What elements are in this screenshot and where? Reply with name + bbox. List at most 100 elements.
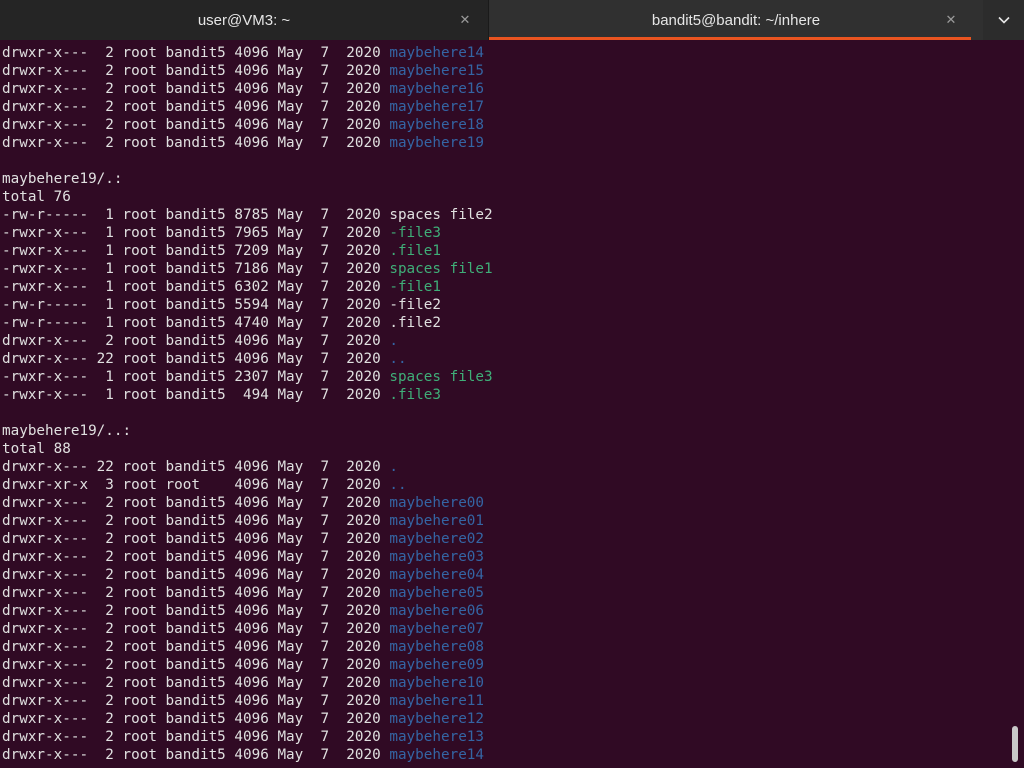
line-text: drwxr-x--- 2 root bandit5 4096 May 7 202…: [2, 333, 390, 349]
terminal-line: -rwxr-x--- 1 root bandit5 6302 May 7 202…: [2, 278, 1006, 296]
directory-name: maybehere08: [389, 639, 485, 655]
terminal-line: drwxr-x--- 2 root bandit5 4096 May 7 202…: [2, 62, 1006, 80]
line-text: drwxr-x--- 2 root bandit5 4096 May 7 202…: [2, 693, 390, 709]
line-text: drwxr-x--- 2 root bandit5 4096 May 7 202…: [2, 495, 390, 511]
tab-menu-button[interactable]: [983, 0, 1024, 40]
active-tab-indicator: [489, 37, 971, 40]
line-text: drwxr-x--- 2 root bandit5 4096 May 7 202…: [2, 729, 390, 745]
directory-name: maybehere06: [389, 603, 485, 619]
line-text: drwxr-x--- 2 root bandit5 4096 May 7 202…: [2, 531, 390, 547]
terminal-line: drwxr-x--- 2 root bandit5 4096 May 7 202…: [2, 656, 1006, 674]
terminal-line: -rw-r----- 1 root bandit5 4740 May 7 202…: [2, 314, 1006, 332]
scrollbar[interactable]: [1010, 44, 1018, 768]
file-name: .file2: [389, 315, 441, 331]
terminal-line: drwxr-x--- 2 root bandit5 4096 May 7 202…: [2, 80, 1006, 98]
directory-name: maybehere19: [389, 135, 485, 151]
directory-name: ..: [389, 351, 407, 367]
directory-name: maybehere03: [389, 549, 485, 565]
file-name: .file3: [389, 387, 441, 403]
terminal-line: -rw-r----- 1 root bandit5 8785 May 7 202…: [2, 206, 1006, 224]
terminal-line: drwxr-x--- 2 root bandit5 4096 May 7 202…: [2, 692, 1006, 710]
terminal-line: drwxr-x--- 2 root bandit5 4096 May 7 202…: [2, 98, 1006, 116]
directory-name: maybehere09: [389, 657, 485, 673]
file-name: -file2: [389, 297, 441, 313]
scrollbar-thumb[interactable]: [1012, 726, 1018, 762]
terminal-line: drwxr-x--- 2 root bandit5 4096 May 7 202…: [2, 602, 1006, 620]
terminal-line: drwxr-x--- 22 root bandit5 4096 May 7 20…: [2, 350, 1006, 368]
directory-name: maybehere18: [389, 117, 485, 133]
file-name: spaces file2: [389, 207, 493, 223]
directory-name: maybehere12: [389, 711, 485, 727]
line-text: drwxr-x--- 2 root bandit5 4096 May 7 202…: [2, 603, 390, 619]
file-name: spaces file1: [389, 261, 493, 277]
chevron-down-icon: [997, 16, 1010, 24]
tab-title: bandit5@bandit: ~/inhere: [651, 11, 821, 29]
terminal-line: total 76: [2, 188, 1006, 206]
terminal-line: drwxr-x--- 2 root bandit5 4096 May 7 202…: [2, 512, 1006, 530]
tab-bar: user@VM3: ~ ✕ bandit5@bandit: ~/inhere ✕: [0, 0, 1024, 40]
line-text: -rw-r----- 1 root bandit5 8785 May 7 202…: [2, 207, 390, 223]
line-text: -rwxr-x--- 1 root bandit5 6302 May 7 202…: [2, 279, 390, 295]
close-icon[interactable]: ✕: [942, 11, 960, 29]
tab-user-vm3[interactable]: user@VM3: ~ ✕: [0, 0, 489, 40]
terminal-line: -rwxr-x--- 1 root bandit5 7965 May 7 202…: [2, 224, 1006, 242]
line-text: drwxr-x--- 2 root bandit5 4096 May 7 202…: [2, 45, 390, 61]
terminal-line: drwxr-x--- 2 root bandit5 4096 May 7 202…: [2, 674, 1006, 692]
terminal-line: drwxr-x--- 2 root bandit5 4096 May 7 202…: [2, 584, 1006, 602]
line-text: -rwxr-x--- 1 root bandit5 7186 May 7 202…: [2, 261, 390, 277]
line-text: -rw-r----- 1 root bandit5 5594 May 7 202…: [2, 297, 390, 313]
terminal-line: drwxr-x--- 2 root bandit5 4096 May 7 202…: [2, 710, 1006, 728]
line-text: drwxr-x--- 2 root bandit5 4096 May 7 202…: [2, 513, 390, 529]
terminal-line: maybehere19/.:: [2, 170, 1006, 188]
terminal-line: drwxr-x--- 2 root bandit5 4096 May 7 202…: [2, 116, 1006, 134]
directory-name: .: [389, 459, 398, 475]
line-text: total 88: [2, 441, 71, 457]
directory-name: maybehere07: [389, 621, 485, 637]
directory-name: maybehere05: [389, 585, 485, 601]
directory-name: maybehere15: [389, 63, 485, 79]
directory-name: ..: [389, 477, 407, 493]
directory-name: maybehere11: [389, 693, 485, 709]
line-text: drwxr-x--- 2 root bandit5 4096 May 7 202…: [2, 81, 390, 97]
line-text: -rwxr-x--- 1 root bandit5 7965 May 7 202…: [2, 225, 390, 241]
directory-name: maybehere14: [389, 45, 485, 61]
file-name: -file1: [389, 279, 441, 295]
line-text: total 76: [2, 189, 71, 205]
terminal-line: -rwxr-x--- 1 root bandit5 494 May 7 2020…: [2, 386, 1006, 404]
terminal-line: -rwxr-x--- 1 root bandit5 2307 May 7 202…: [2, 368, 1006, 386]
line-text: drwxr-x--- 2 root bandit5 4096 May 7 202…: [2, 711, 390, 727]
line-text: drwxr-x--- 2 root bandit5 4096 May 7 202…: [2, 99, 390, 115]
line-text: drwxr-x--- 2 root bandit5 4096 May 7 202…: [2, 621, 390, 637]
close-icon[interactable]: ✕: [456, 11, 474, 29]
line-text: drwxr-x--- 2 root bandit5 4096 May 7 202…: [2, 585, 390, 601]
directory-name: maybehere14: [389, 747, 485, 763]
line-text: drwxr-x--- 22 root bandit5 4096 May 7 20…: [2, 351, 390, 367]
line-text: drwxr-x--- 2 root bandit5 4096 May 7 202…: [2, 639, 390, 655]
directory-name: maybehere10: [389, 675, 485, 691]
terminal-line: drwxr-x--- 2 root bandit5 4096 May 7 202…: [2, 134, 1006, 152]
terminal-line: drwxr-x--- 22 root bandit5 4096 May 7 20…: [2, 458, 1006, 476]
terminal-line: maybehere19/..:: [2, 422, 1006, 440]
line-text: drwxr-x--- 2 root bandit5 4096 May 7 202…: [2, 549, 390, 565]
terminal-line: drwxr-x--- 2 root bandit5 4096 May 7 202…: [2, 530, 1006, 548]
tab-bandit5-inhere[interactable]: bandit5@bandit: ~/inhere ✕: [489, 0, 983, 40]
file-name: .file1: [389, 243, 441, 259]
line-text: -rwxr-x--- 1 root bandit5 7209 May 7 202…: [2, 243, 390, 259]
line-text: drwxr-x--- 2 root bandit5 4096 May 7 202…: [2, 135, 390, 151]
line-text: drwxr-xr-x 3 root root 4096 May 7 2020: [2, 477, 390, 493]
line-text: drwxr-x--- 2 root bandit5 4096 May 7 202…: [2, 747, 390, 763]
terminal-line: drwxr-x--- 2 root bandit5 4096 May 7 202…: [2, 746, 1006, 764]
terminal-line: -rwxr-x--- 1 root bandit5 7209 May 7 202…: [2, 242, 1006, 260]
terminal-line: drwxr-x--- 2 root bandit5 4096 May 7 202…: [2, 620, 1006, 638]
directory-name: maybehere13: [389, 729, 485, 745]
directory-name: maybehere00: [389, 495, 485, 511]
tab-title: user@VM3: ~: [197, 11, 291, 29]
terminal-line: total 88: [2, 440, 1006, 458]
line-text: -rwxr-x--- 1 root bandit5 494 May 7 2020: [2, 387, 390, 403]
terminal-output[interactable]: drwxr-x--- 2 root bandit5 4096 May 7 202…: [2, 44, 1006, 768]
line-text: -rw-r----- 1 root bandit5 4740 May 7 202…: [2, 315, 390, 331]
terminal-line: -rw-r----- 1 root bandit5 5594 May 7 202…: [2, 296, 1006, 314]
terminal-line: drwxr-x--- 2 root bandit5 4096 May 7 202…: [2, 728, 1006, 746]
